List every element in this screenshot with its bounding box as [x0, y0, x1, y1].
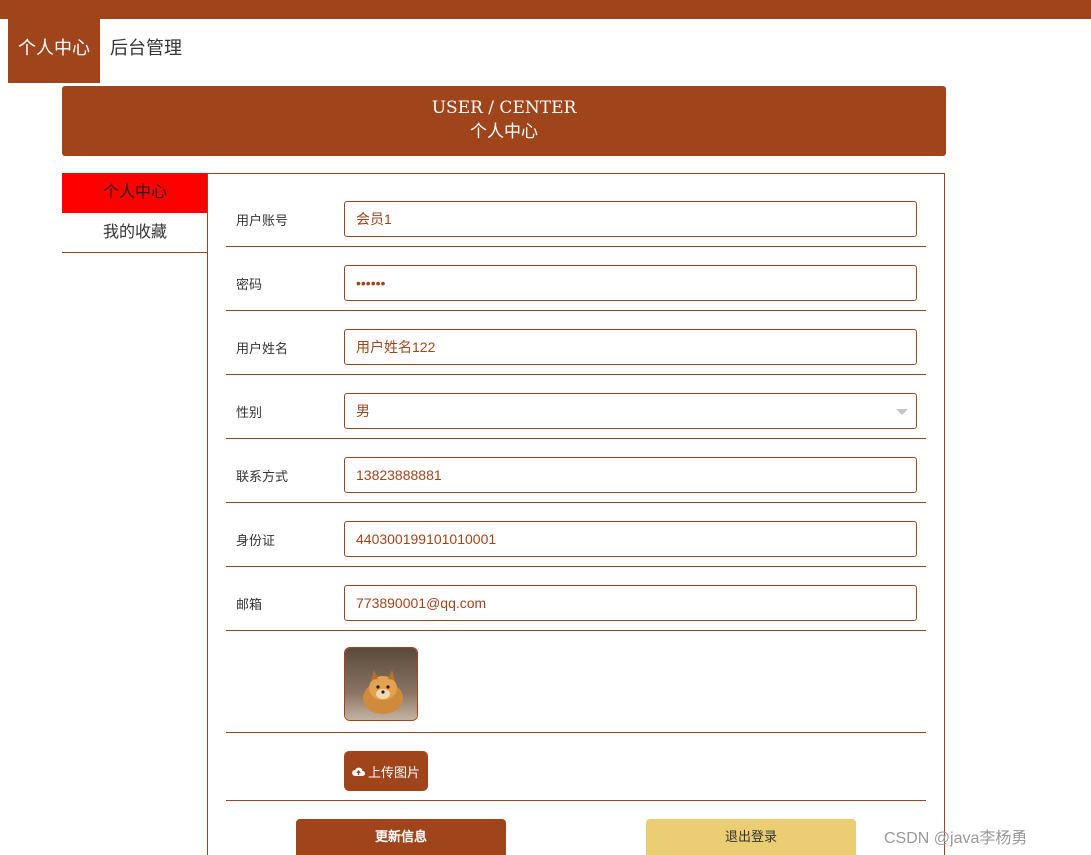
page-banner: USER / CENTER 个人中心: [62, 86, 946, 156]
name-label: 用户姓名: [236, 342, 289, 357]
nav-item-admin[interactable]: 后台管理: [100, 19, 192, 83]
form-row-email: 邮箱 773890001@qq.com: [226, 567, 926, 631]
dog-photo-icon: [345, 648, 417, 720]
sidebar-item-favorites[interactable]: 我的收藏: [62, 213, 208, 253]
form-row-password: 密码 ••••••: [226, 247, 926, 311]
id-card-label: 身份证: [236, 534, 276, 549]
upload-button-label: 上传图片: [367, 765, 420, 781]
phone-input[interactable]: 13823888881: [344, 457, 917, 493]
email-input[interactable]: 773890001@qq.com: [344, 585, 917, 621]
gender-select[interactable]: 男: [344, 393, 917, 429]
password-label: 密码: [236, 278, 263, 293]
sidebar-item-personal-center[interactable]: 个人中心: [62, 173, 208, 213]
banner-title-en: USER / CENTER: [431, 98, 577, 118]
form-row-account: 用户账号 会员1: [226, 174, 926, 247]
password-input[interactable]: ••••••: [344, 265, 917, 301]
chevron-down-icon: [896, 409, 908, 415]
logout-button[interactable]: 退出登录: [646, 819, 856, 855]
form-row-name: 用户姓名 用户姓名122: [226, 311, 926, 375]
cloud-upload-icon: [352, 767, 365, 776]
form-row-gender: 性别 男: [226, 375, 926, 439]
nav-item-personal-center[interactable]: 个人中心: [8, 19, 100, 83]
id-card-input[interactable]: 440300199101010001: [344, 521, 917, 557]
phone-label: 联系方式: [236, 470, 289, 485]
form-row-avatar: [226, 631, 926, 733]
update-info-button[interactable]: 更新信息: [296, 819, 506, 855]
account-input[interactable]: 会员1: [344, 201, 917, 237]
sidebar: 个人中心 我的收藏: [62, 173, 208, 253]
upload-image-button[interactable]: 上传图片: [344, 751, 428, 791]
top-strip: [0, 0, 1091, 19]
name-input[interactable]: 用户姓名122: [344, 329, 917, 365]
profile-form: 用户账号 会员1 密码 •••••• 用户姓名 用户姓名122 性别 男 联系方…: [207, 173, 945, 855]
top-nav: 个人中心 后台管理: [0, 19, 192, 83]
account-label: 用户账号: [236, 214, 289, 229]
banner-title-cn: 个人中心: [470, 122, 538, 142]
email-label: 邮箱: [236, 598, 263, 613]
avatar[interactable]: [344, 647, 418, 721]
form-row-phone: 联系方式 13823888881: [226, 439, 926, 503]
gender-select-value: 男: [356, 403, 370, 419]
watermark: CSDN @java李杨勇: [884, 830, 1028, 847]
form-row-upload: 上传图片: [226, 733, 926, 801]
gender-label: 性别: [236, 406, 263, 421]
form-row-id-card: 身份证 440300199101010001: [226, 503, 926, 567]
